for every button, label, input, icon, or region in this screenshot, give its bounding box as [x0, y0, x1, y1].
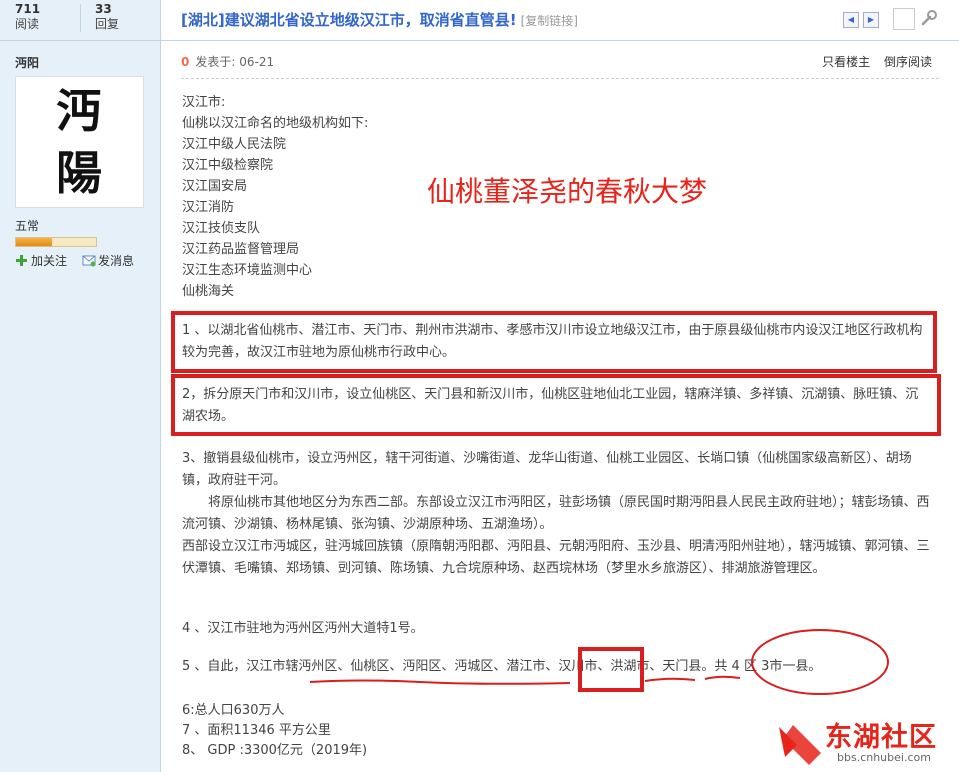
prev-thread-button[interactable]: ◀ — [843, 12, 859, 28]
thread-title-bar: [湖北]建议湖北省设立地级汉江市，取消省直管县! [复制链接] ◀ ▶ — [161, 0, 959, 41]
plus-icon — [15, 254, 28, 267]
logo-icon — [779, 725, 821, 765]
thread-title: [湖北]建议湖北省设立地级汉江市，取消省直管县! [复制链接] — [181, 9, 578, 30]
hand-annotations — [309, 629, 889, 695]
message-label: 发消息 — [98, 254, 135, 268]
views-count: 711 — [15, 2, 41, 16]
floor-number: 0 — [181, 55, 190, 69]
follow-button[interactable]: 加关注 — [15, 252, 67, 269]
next-thread-button[interactable]: ▶ — [863, 12, 879, 28]
stats-divider — [80, 4, 81, 32]
author-name[interactable]: 沔阳 — [15, 54, 39, 71]
reverse-order-link[interactable]: 倒序阅读 — [884, 55, 932, 69]
watermark-brand: 东湖社区 — [825, 722, 937, 753]
rank-progress-fill — [16, 238, 52, 246]
highlight-box-2 — [171, 374, 941, 436]
overlay-title: 仙桃董泽尧的春秋大梦 — [427, 175, 708, 208]
thread-title-text: [湖北]建议湖北省设立地级汉江市，取消省直管县! — [181, 11, 517, 29]
intro-line: 仙桃以汉江命名的地级机构如下: — [182, 116, 369, 131]
copy-link-button[interactable]: [复制链接] — [521, 14, 578, 28]
author-sidebar: 711 阅读 33 回复 沔阳 沔 陽 五常 加关注 发消息 — [0, 0, 161, 772]
intro-line: 汉江技侦支队 — [182, 221, 261, 236]
follow-label: 加关注 — [31, 254, 68, 268]
rank-progress-bar — [15, 237, 97, 247]
post-info: 0 发表于: 06-21 — [181, 53, 274, 70]
intro-line: 汉江生态环境监测中心 — [182, 263, 313, 278]
post-divider — [181, 78, 939, 79]
wrench-icon[interactable] — [919, 8, 939, 28]
avatar[interactable]: 沔 陽 — [15, 76, 144, 208]
intro-line: 仙桃海关 — [182, 284, 235, 299]
watermark-url: bbs.cnhubei.com — [837, 751, 931, 764]
views-stat: 711 阅读 — [15, 2, 75, 32]
svg-text:沔: 沔 — [56, 84, 102, 138]
author-rank: 五常 — [15, 219, 40, 233]
replies-stat: 33 回复 — [95, 2, 155, 32]
post-links: 只看楼主 倒序阅读 — [812, 53, 932, 70]
paragraph-3-west: 西部设立汉江市沔城区，驻沔城回族镇（原隋朝沔阳郡、沔阳县、元朝沔阳府、玉沙县、明… — [182, 539, 930, 576]
message-button[interactable]: 发消息 — [82, 252, 134, 269]
replies-count: 33 — [95, 2, 112, 16]
replies-label: 回复 — [95, 17, 120, 31]
paragraph-3: 3、撤销县级仙桃市，设立沔州区，辖干河街道、沙嘴街道、龙华山街道、仙桃工业园区、… — [182, 451, 912, 488]
intro-line: 汉江市: — [182, 95, 226, 110]
intro-line: 汉江中级人民法院 — [182, 137, 287, 152]
site-watermark: 东湖社区 bbs.cnhubei.com — [775, 715, 955, 770]
highlight-box-1 — [171, 311, 937, 373]
envelope-icon — [82, 254, 96, 267]
checkbox-box[interactable] — [893, 8, 915, 30]
paragraph-3-east: 将原仙桃市其他地区分为东西二部。东部设立汉江市沔阳区，驻彭场镇（原民国时期沔阳县… — [182, 495, 930, 532]
svg-text:陽: 陽 — [56, 146, 102, 200]
intro-line: 汉江药品监督管理局 — [182, 242, 300, 257]
only-op-link[interactable]: 只看楼主 — [822, 55, 870, 69]
views-label: 阅读 — [15, 17, 40, 31]
thread-stats: 711 阅读 33 回复 — [0, 0, 160, 41]
post-date: 发表于: 06-21 — [195, 55, 275, 69]
